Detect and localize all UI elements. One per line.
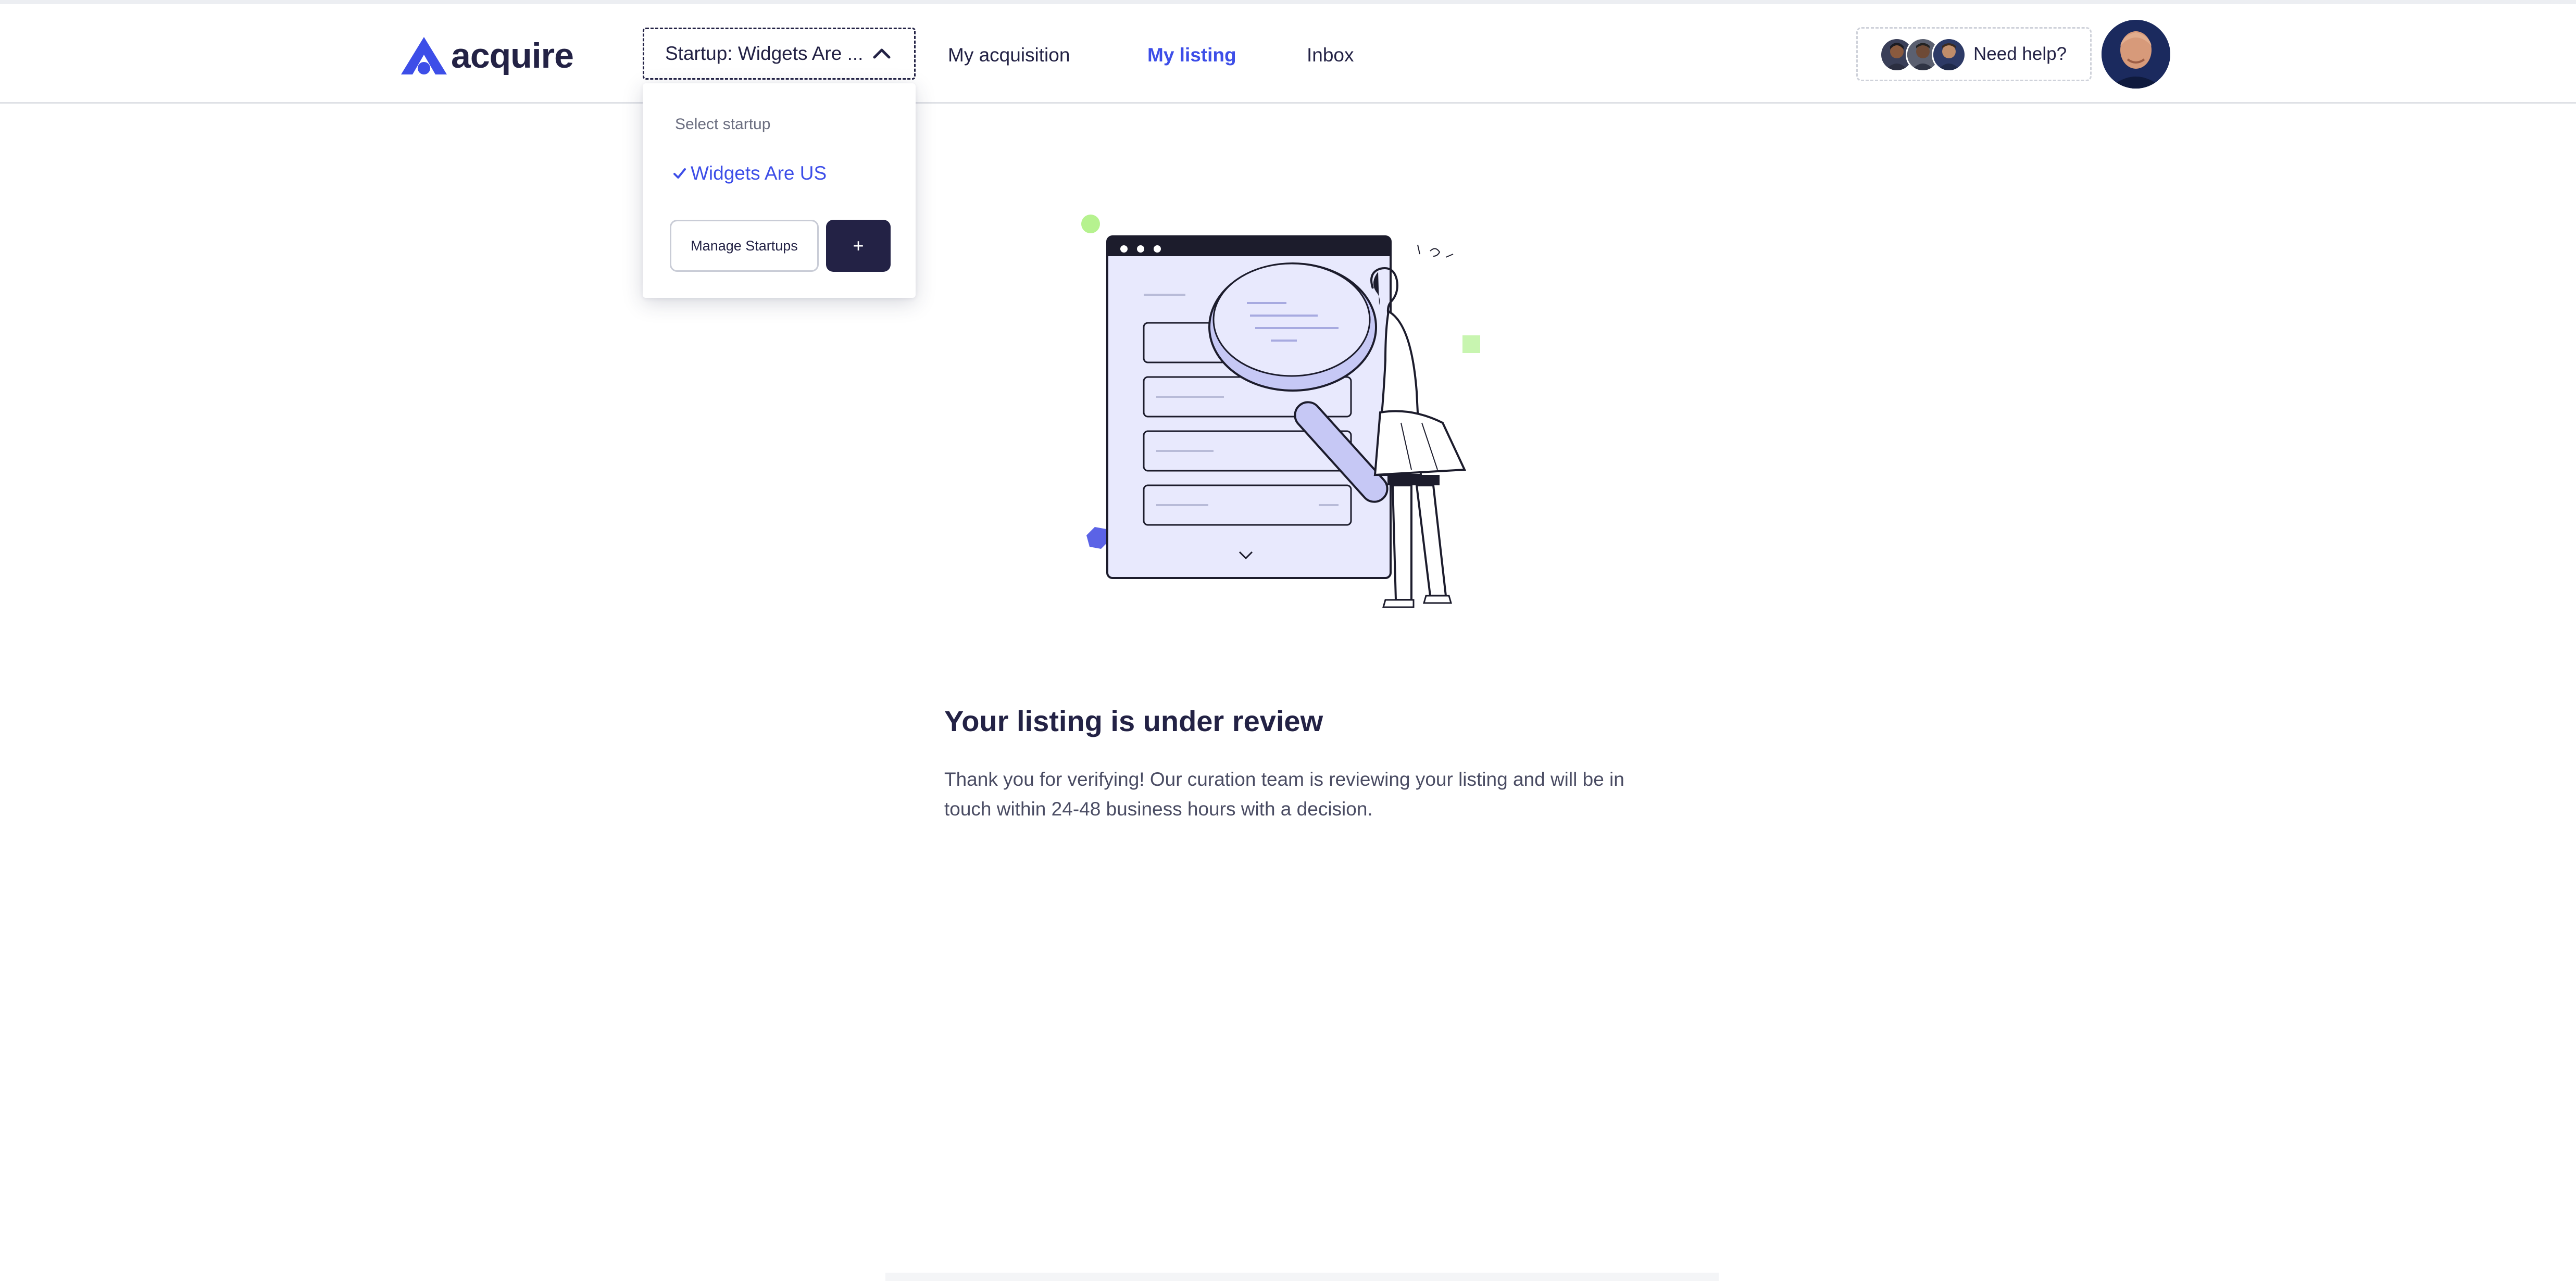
- nav-inbox[interactable]: Inbox: [1307, 44, 1354, 66]
- dropdown-heading: Select startup: [675, 116, 771, 133]
- startup-option-selected[interactable]: Widgets Are US: [673, 162, 827, 184]
- logo-text: acquire: [451, 36, 574, 76]
- green-square-decoration: [1462, 335, 1480, 353]
- startup-dropdown: Select startup Widgets Are US Manage Sta…: [643, 83, 916, 298]
- startup-select[interactable]: Startup: Widgets Are ...: [643, 28, 916, 80]
- green-dot-decoration: [1081, 215, 1100, 233]
- top-border: [0, 0, 2576, 4]
- support-avatar: [1932, 37, 1966, 72]
- startup-select-label: Startup: Widgets Are ...: [665, 43, 864, 64]
- nav-my-acquisition[interactable]: My acquisition: [948, 44, 1070, 66]
- support-avatars: [1880, 37, 1968, 72]
- nav-my-listing[interactable]: My listing: [1147, 44, 1236, 66]
- user-avatar[interactable]: [2102, 20, 2170, 89]
- check-icon: [673, 168, 686, 179]
- need-help-label: Need help?: [1973, 44, 2067, 64]
- chevron-up-icon: [873, 48, 891, 59]
- review-description: Thank you for verifying! Our curation te…: [944, 769, 1624, 820]
- manage-startups-button[interactable]: Manage Startups: [670, 220, 819, 272]
- bottom-edge: [885, 1273, 1719, 1281]
- need-help-button[interactable]: Need help?: [1856, 27, 2092, 81]
- add-startup-button[interactable]: +: [826, 220, 891, 272]
- acquire-logo[interactable]: acquire: [399, 32, 574, 79]
- listing-review-illustration: [1081, 215, 1480, 608]
- startup-option-label: Widgets Are US: [691, 162, 827, 184]
- site-header: acquire Startup: Widgets Are ... My acqu…: [0, 4, 2576, 104]
- logo-mark-icon: [401, 37, 447, 74]
- review-title: Your listing is under review: [944, 705, 1323, 737]
- blue-hexagon-decoration: [1086, 527, 1109, 549]
